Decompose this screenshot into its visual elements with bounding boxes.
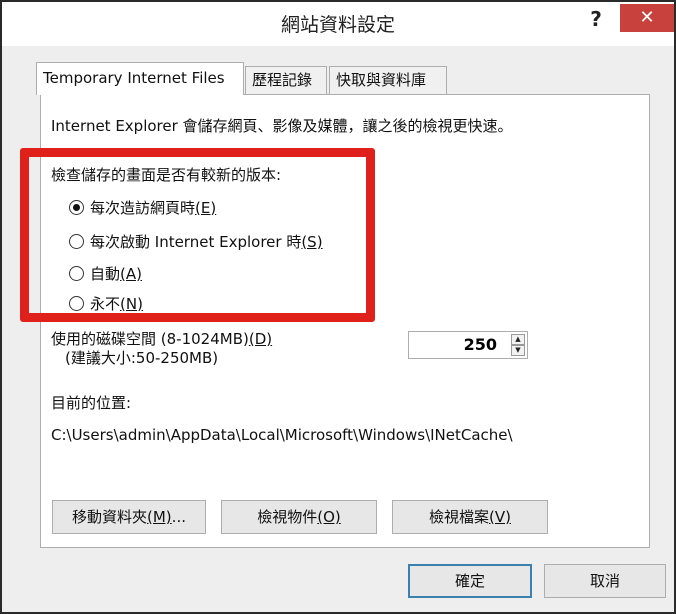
spin-down-icon[interactable]: ▼ [511,345,525,356]
view-files-key: (V) [489,508,511,526]
ok-button[interactable]: 確定 [408,564,532,598]
description-text: Internet Explorer 會儲存網頁、影像及媒體，讓之後的檢視更快速。 [51,117,513,135]
radio-unchecked-icon[interactable] [69,266,84,281]
disk-space-text: 使用的磁碟空間 (8-1024MB) [51,330,249,348]
view-files-label: 檢視檔案 [429,508,490,526]
radio-never-key: (N) [120,294,143,313]
tab-cache-and-database[interactable]: 快取與資料庫 [329,66,447,94]
current-location-label: 目前的位置: [51,394,132,412]
radio-automatic[interactable]: 自動 (A) [69,263,142,284]
view-objects-key: (O) [317,508,341,526]
radio-every-visit-key: (E) [195,198,217,217]
close-button[interactable]: ✕ [620,4,674,32]
window-title: 網站資料設定 [280,14,395,36]
radio-automatic-key: (A) [120,264,142,283]
radio-never-label: 永不 [90,295,121,313]
disk-space-hint: (建議大小:50-250MB) [65,349,219,367]
cancel-button[interactable]: 取消 [544,564,666,598]
spin-up-icon[interactable]: ▲ [511,334,525,345]
radio-automatic-label: 自動 [90,265,121,283]
help-button[interactable]: ? [582,6,610,32]
current-location-path: C:\Users\admin\AppData\Local\Microsoft\W… [51,426,513,444]
view-objects-button[interactable]: 檢視物件(O) [221,500,377,534]
tab-temporary-internet-files[interactable]: Temporary Internet Files [36,62,244,95]
move-folder-suffix: ... [171,508,186,526]
disk-space-label: 使用的磁碟空間 (8-1024MB)(D) [51,328,272,349]
radio-every-visit[interactable]: 每次造訪網頁時 (E) [69,197,216,218]
tab-history[interactable]: 歷程記錄 [245,66,327,94]
radio-unchecked-icon[interactable] [69,296,84,311]
check-newer-label: 檢查儲存的畫面是否有較新的版本: [51,166,282,184]
move-folder-label: 移動資料夾 [72,508,148,526]
close-icon: ✕ [639,7,655,28]
tab-panel: Internet Explorer 會儲存網頁、影像及媒體，讓之後的檢視更快速。… [40,94,650,548]
disk-space-value[interactable]: 250 [464,332,497,358]
radio-every-start-key: (S) [301,232,323,251]
radio-every-start[interactable]: 每次啟動 Internet Explorer 時 (S) [69,231,323,252]
settings-dialog: 網站資料設定 ? ✕ Temporary Internet Files 歷程記錄… [0,0,676,614]
radio-every-start-label: 每次啟動 Internet Explorer 時 [90,233,302,251]
radio-every-visit-label: 每次造訪網頁時 [90,199,196,217]
view-objects-label: 檢視物件 [257,508,318,526]
move-folder-button[interactable]: 移動資料夾(M)... [52,500,206,534]
move-folder-key: (M) [147,508,172,526]
radio-unchecked-icon[interactable] [69,234,84,249]
radio-never[interactable]: 永不 (N) [69,293,143,314]
radio-checked-icon[interactable] [69,200,84,215]
disk-space-stepper[interactable]: 250 ▲ ▼ [408,331,528,359]
disk-space-key: (D) [248,330,273,348]
view-files-button[interactable]: 檢視檔案(V) [392,500,548,534]
title-bar[interactable]: 網站資料設定 ? ✕ [2,2,674,46]
